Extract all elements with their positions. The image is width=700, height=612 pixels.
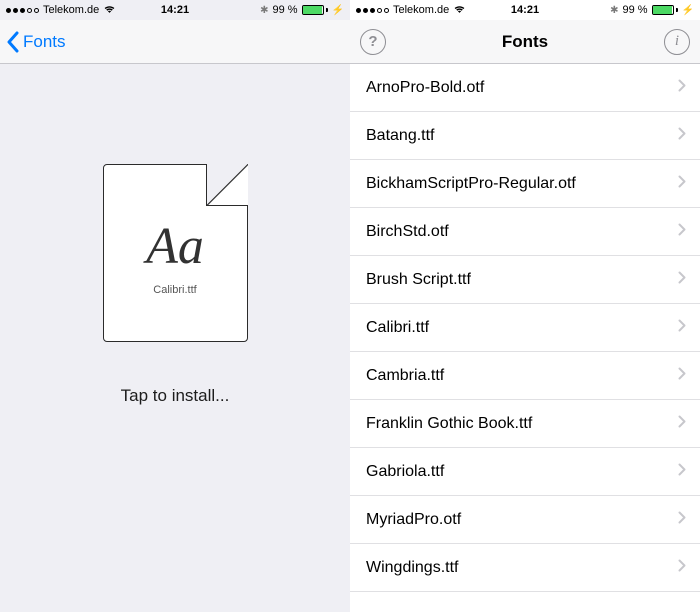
chevron-right-icon [678,511,686,529]
list-item-label: Calibri.ttf [366,319,429,337]
battery-pct: 99 % [622,4,647,16]
nav-bar: Fonts [0,20,350,64]
font-file-name: Calibri.ttf [153,284,196,296]
battery-icon [302,5,328,15]
list-item[interactable]: MyriadPro.otf [350,496,700,544]
list-item-label: ArnoPro-Bold.otf [366,79,484,97]
carrier-label: Telekom.de [393,4,449,16]
list-item[interactable]: Calibri.ttf [350,304,700,352]
list-item[interactable]: BirchStd.otf [350,208,700,256]
clock: 14:21 [161,4,189,16]
chevron-right-icon [678,79,686,97]
chevron-right-icon [678,559,686,577]
bluetooth-icon: ✱ [260,5,268,16]
wifi-icon [453,4,466,17]
list-item[interactable]: Franklin Gothic Book.ttf [350,400,700,448]
font-list[interactable]: ArnoPro-Bold.otf Batang.ttf BickhamScriptP… [350,64,700,612]
list-item-label: BirchStd.otf [366,223,449,241]
tap-to-install-label: Tap to install... [121,386,230,406]
clock: 14:21 [511,4,539,16]
chevron-right-icon [678,271,686,289]
battery-pct: 99 % [272,4,297,16]
list-item-label: Batang.ttf [366,127,435,145]
chevron-right-icon [678,319,686,337]
bluetooth-icon: ✱ [610,5,618,16]
list-item[interactable]: Cambria.ttf [350,352,700,400]
list-item[interactable]: Gabriola.ttf [350,448,700,496]
font-file-icon[interactable]: Aa Calibri.ttf [103,164,248,342]
page-fold-icon [206,164,248,206]
list-item-label: Brush Script.ttf [366,271,471,289]
screen-install: Telekom.de 14:21 ✱ 99 % ⚡ Fonts [0,0,350,612]
list-item[interactable]: ArnoPro-Bold.otf [350,64,700,112]
battery-icon [652,5,678,15]
charging-icon: ⚡ [682,5,694,16]
list-item-label: MyriadPro.otf [366,511,461,529]
screen-font-list: Telekom.de 14:21 ✱ 99 % ⚡ ? Fonts i Arno… [350,0,700,612]
back-button[interactable]: Fonts [6,31,66,53]
page-title: Fonts [502,32,548,52]
list-item-label: Gabriola.ttf [366,463,444,481]
chevron-right-icon [678,127,686,145]
list-item-label: BickhamScriptPro-Regular.otf [366,175,576,193]
chevron-right-icon [678,367,686,385]
list-item[interactable]: BickhamScriptPro-Regular.otf [350,160,700,208]
list-item-label: Franklin Gothic Book.ttf [366,415,532,433]
wifi-icon [103,4,116,17]
info-button[interactable]: i [664,29,690,55]
status-bar: Telekom.de 14:21 ✱ 99 % ⚡ [0,0,350,20]
list-item[interactable]: Batang.ttf [350,112,700,160]
chevron-right-icon [678,223,686,241]
chevron-right-icon [678,415,686,433]
nav-bar: ? Fonts i [350,20,700,64]
back-label: Fonts [23,32,66,52]
list-item-label: Wingdings.ttf [366,559,458,577]
font-glyph: Aa [146,217,204,276]
help-button[interactable]: ? [360,29,386,55]
list-item-label: Cambria.ttf [366,367,444,385]
carrier-label: Telekom.de [43,4,99,16]
install-body: Aa Calibri.ttf Tap to install... [0,64,350,612]
charging-icon: ⚡ [332,5,344,16]
signal-dots-icon [356,8,389,13]
chevron-right-icon [678,175,686,193]
list-item[interactable]: Brush Script.ttf [350,256,700,304]
signal-dots-icon [6,8,39,13]
chevron-left-icon [6,31,19,53]
chevron-right-icon [678,463,686,481]
list-item[interactable]: Wingdings.ttf [350,544,700,592]
status-bar: Telekom.de 14:21 ✱ 99 % ⚡ [350,0,700,20]
